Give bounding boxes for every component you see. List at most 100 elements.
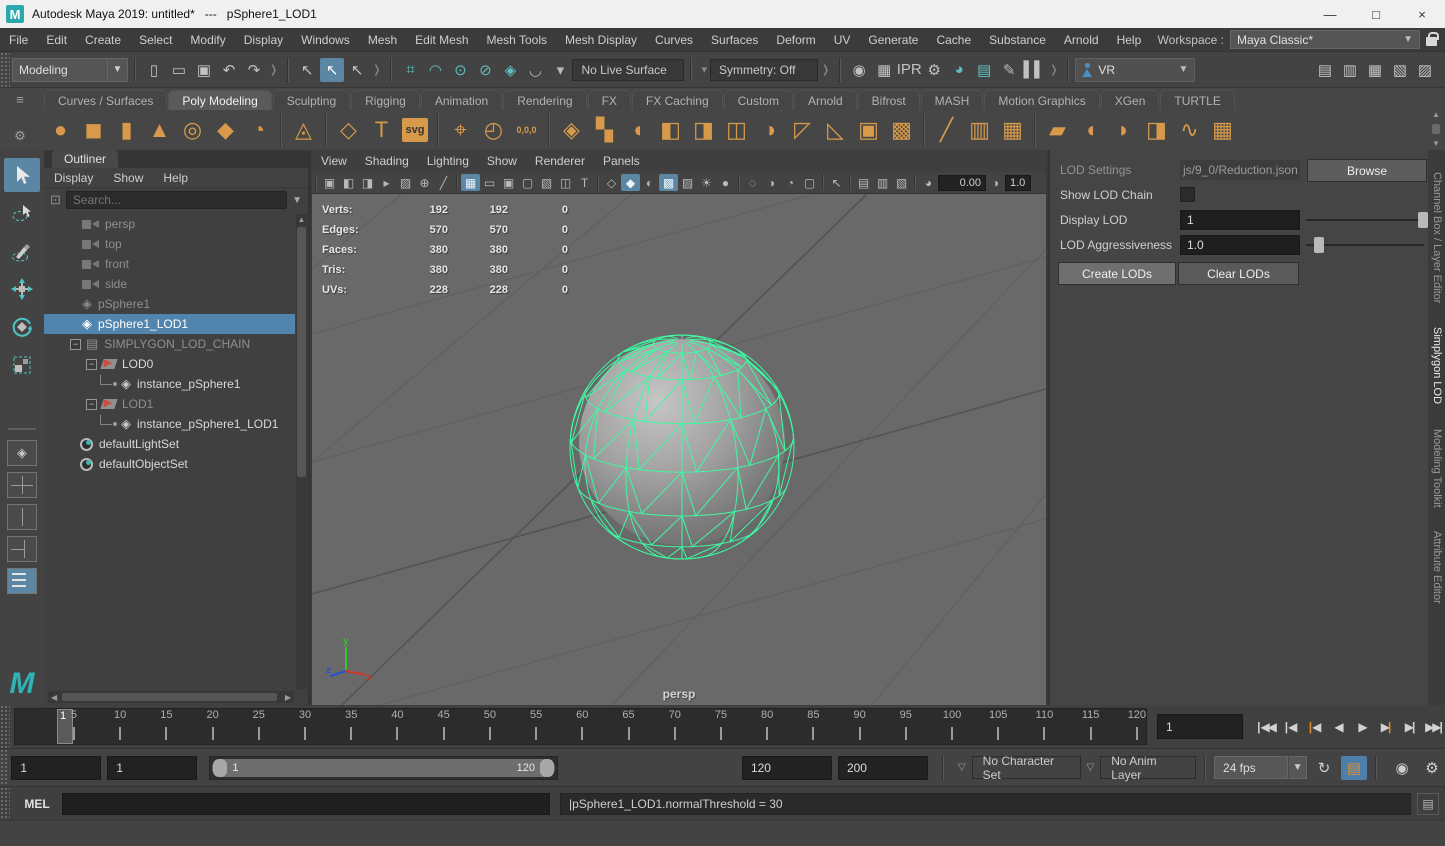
tear-off-copy-icon[interactable]: ▤ <box>854 174 873 191</box>
search-input[interactable] <box>66 191 287 209</box>
display-mode-icon[interactable]: ⊡ <box>50 192 61 208</box>
mel-label[interactable]: MEL <box>20 797 54 811</box>
play-forward-button[interactable]: ▶ <box>1351 714 1373 740</box>
outliner-item-top[interactable]: top <box>44 234 295 254</box>
lod-aggressiveness-slider[interactable] <box>1306 244 1424 246</box>
scroll-left-icon[interactable]: ◀ <box>48 693 60 702</box>
menu-select[interactable]: Select <box>130 28 181 52</box>
render-setup-icon[interactable]: ▤ <box>972 58 996 82</box>
multi-cut-icon[interactable]: ╱ <box>930 113 963 147</box>
gamma-field[interactable] <box>1005 175 1031 191</box>
uv-editor-icon[interactable]: ▦ <box>1206 113 1239 147</box>
animation-start-field[interactable] <box>11 756 101 780</box>
poly-sphere-icon[interactable]: ● <box>44 113 77 147</box>
shelf-tab-bifrost[interactable]: Bifrost <box>858 90 920 110</box>
menu-windows[interactable]: Windows <box>292 28 359 52</box>
save-scene-icon[interactable]: ▣ <box>192 58 216 82</box>
grid-icon[interactable]: ▦ <box>461 174 480 191</box>
playback-end-field[interactable] <box>742 756 832 780</box>
outliner-item-side[interactable]: side <box>44 274 295 294</box>
reduce-icon[interactable]: ◸ <box>786 113 819 147</box>
toggle-modeling-toolkit-icon[interactable]: ▤ <box>1313 58 1337 82</box>
scroll-up-icon[interactable]: ▲ <box>1432 110 1440 119</box>
menu-file[interactable]: File <box>0 28 37 52</box>
outliner-item-defaultobjectset[interactable]: defaultObjectSet <box>44 454 295 474</box>
shelf-tab-rendering[interactable]: Rendering <box>503 90 586 110</box>
shelf-tab-poly-modeling[interactable]: Poly Modeling <box>168 90 271 110</box>
playback-start-field[interactable] <box>107 756 197 780</box>
select-camera-icon[interactable]: ▣ <box>320 174 339 191</box>
use-default-material-icon[interactable]: ▨ <box>678 174 697 191</box>
outliner-menu-display[interactable]: Display <box>44 171 103 185</box>
menu-display[interactable]: Display <box>235 28 292 52</box>
shelf-tab-curves-surfaces[interactable]: Curves / Surfaces <box>44 90 167 110</box>
wedge-icon[interactable]: ◺ <box>819 113 852 147</box>
redo-icon[interactable]: ↷ <box>242 58 266 82</box>
textured-icon[interactable]: ▩ <box>659 174 678 191</box>
scale-tool[interactable] <box>4 348 40 382</box>
shelf-tab-arnold[interactable]: Arnold <box>794 90 857 110</box>
platonic-solid-icon[interactable]: ◬ <box>287 113 320 147</box>
separate-icon[interactable]: ▚ <box>588 113 621 147</box>
search-filter-arrow-icon[interactable]: ▼ <box>292 195 302 206</box>
go-to-end-button[interactable]: ▶▶| <box>1423 714 1445 740</box>
outliner-item-lod0[interactable]: −▶LOD0 <box>44 354 295 374</box>
poly-torus-icon[interactable]: ◎ <box>176 113 209 147</box>
vr-dropdown[interactable]: VR ▼ <box>1075 58 1195 82</box>
display-lod-slider[interactable] <box>1306 219 1424 221</box>
field-chart-icon[interactable]: ▧ <box>537 174 556 191</box>
camera-attributes-icon[interactable]: ◨ <box>358 174 377 191</box>
uv-unfold-icon[interactable]: ∿ <box>1173 113 1206 147</box>
group-collapse-arrow[interactable]: ❭ <box>821 63 830 76</box>
browse-button[interactable]: Browse <box>1307 159 1427 182</box>
menu-uv[interactable]: UV <box>825 28 860 52</box>
step-back-frame-button[interactable]: |◀ <box>1279 714 1301 740</box>
shelf-tab-fx[interactable]: FX <box>588 90 631 110</box>
script-editor-icon[interactable]: ▤ <box>1417 793 1439 815</box>
shelf-tab-rigging[interactable]: Rigging <box>351 90 420 110</box>
menu-modify[interactable]: Modify <box>181 28 234 52</box>
panel-menu-lighting[interactable]: Lighting <box>418 154 478 168</box>
menu-help[interactable]: Help <box>1108 28 1151 52</box>
panel-tab-modeling-toolkit[interactable]: Modeling Toolkit <box>1428 421 1445 516</box>
display-lod-field[interactable] <box>1180 210 1300 230</box>
step-forward-key-button[interactable]: ▶| <box>1375 714 1397 740</box>
close-button[interactable]: × <box>1399 0 1445 28</box>
menu-curves[interactable]: Curves <box>646 28 702 52</box>
snapshot-icon[interactable]: ▧ <box>892 174 911 191</box>
scroll-down-icon[interactable]: ▼ <box>1432 139 1440 148</box>
outliner-item-instance-psphere1-lod1[interactable]: ◈instance_pSphere1_LOD1 <box>44 414 295 434</box>
panel-menu-show[interactable]: Show <box>478 154 526 168</box>
fps-dropdown-arrow[interactable]: ▼ <box>1288 756 1307 779</box>
anti-alias-icon[interactable]: ▢ <box>800 174 819 191</box>
render-settings-icon[interactable]: ⚙ <box>922 58 946 82</box>
safe-title-icon[interactable]: T <box>575 174 594 191</box>
panel-tab-channel-box-layer-editor[interactable]: Channel Box / Layer Editor <box>1428 164 1445 311</box>
scroll-thumb[interactable] <box>62 693 277 701</box>
slider-handle[interactable] <box>1418 212 1428 228</box>
panel-menu-panels[interactable]: Panels <box>594 154 649 168</box>
shadows-icon[interactable]: ● <box>716 174 735 191</box>
menu-set-dropdown[interactable]: Modeling <box>12 58 108 82</box>
uv-cube-map-icon[interactable]: ◨ <box>1140 113 1173 147</box>
menu-mesh-tools[interactable]: Mesh Tools <box>478 28 556 52</box>
menu-substance[interactable]: Substance <box>980 28 1055 52</box>
layout-four-pane[interactable] <box>7 472 37 498</box>
go-to-start-button[interactable]: |◀◀ <box>1255 714 1277 740</box>
layout-single-pane[interactable] <box>7 440 37 466</box>
menu-arnold[interactable]: Arnold <box>1055 28 1108 52</box>
open-render-view-icon[interactable]: ◉ <box>847 58 871 82</box>
panel-tab-simplygon-lod[interactable]: Simplygon LOD <box>1428 319 1445 412</box>
scroll-up-icon[interactable]: ▲ <box>296 214 307 226</box>
group-collapse-arrow[interactable]: ❭ <box>1049 63 1058 76</box>
symmetry-field[interactable]: Symmetry: Off <box>710 59 818 81</box>
workspace-lock-icon[interactable] <box>1426 37 1437 46</box>
show-lod-chain-checkbox[interactable] <box>1180 187 1195 202</box>
bevel-icon[interactable]: ◨ <box>687 113 720 147</box>
animation-end-field[interactable] <box>838 756 928 780</box>
scroll-thumb[interactable] <box>297 227 306 477</box>
outliner-item-psphere1[interactable]: ◈pSphere1 <box>44 294 295 314</box>
panel-menu-renderer[interactable]: Renderer <box>526 154 594 168</box>
poly-cube-icon[interactable]: ◼ <box>77 113 110 147</box>
anim-layer-dropdown[interactable]: No Anim Layer <box>1100 756 1196 779</box>
